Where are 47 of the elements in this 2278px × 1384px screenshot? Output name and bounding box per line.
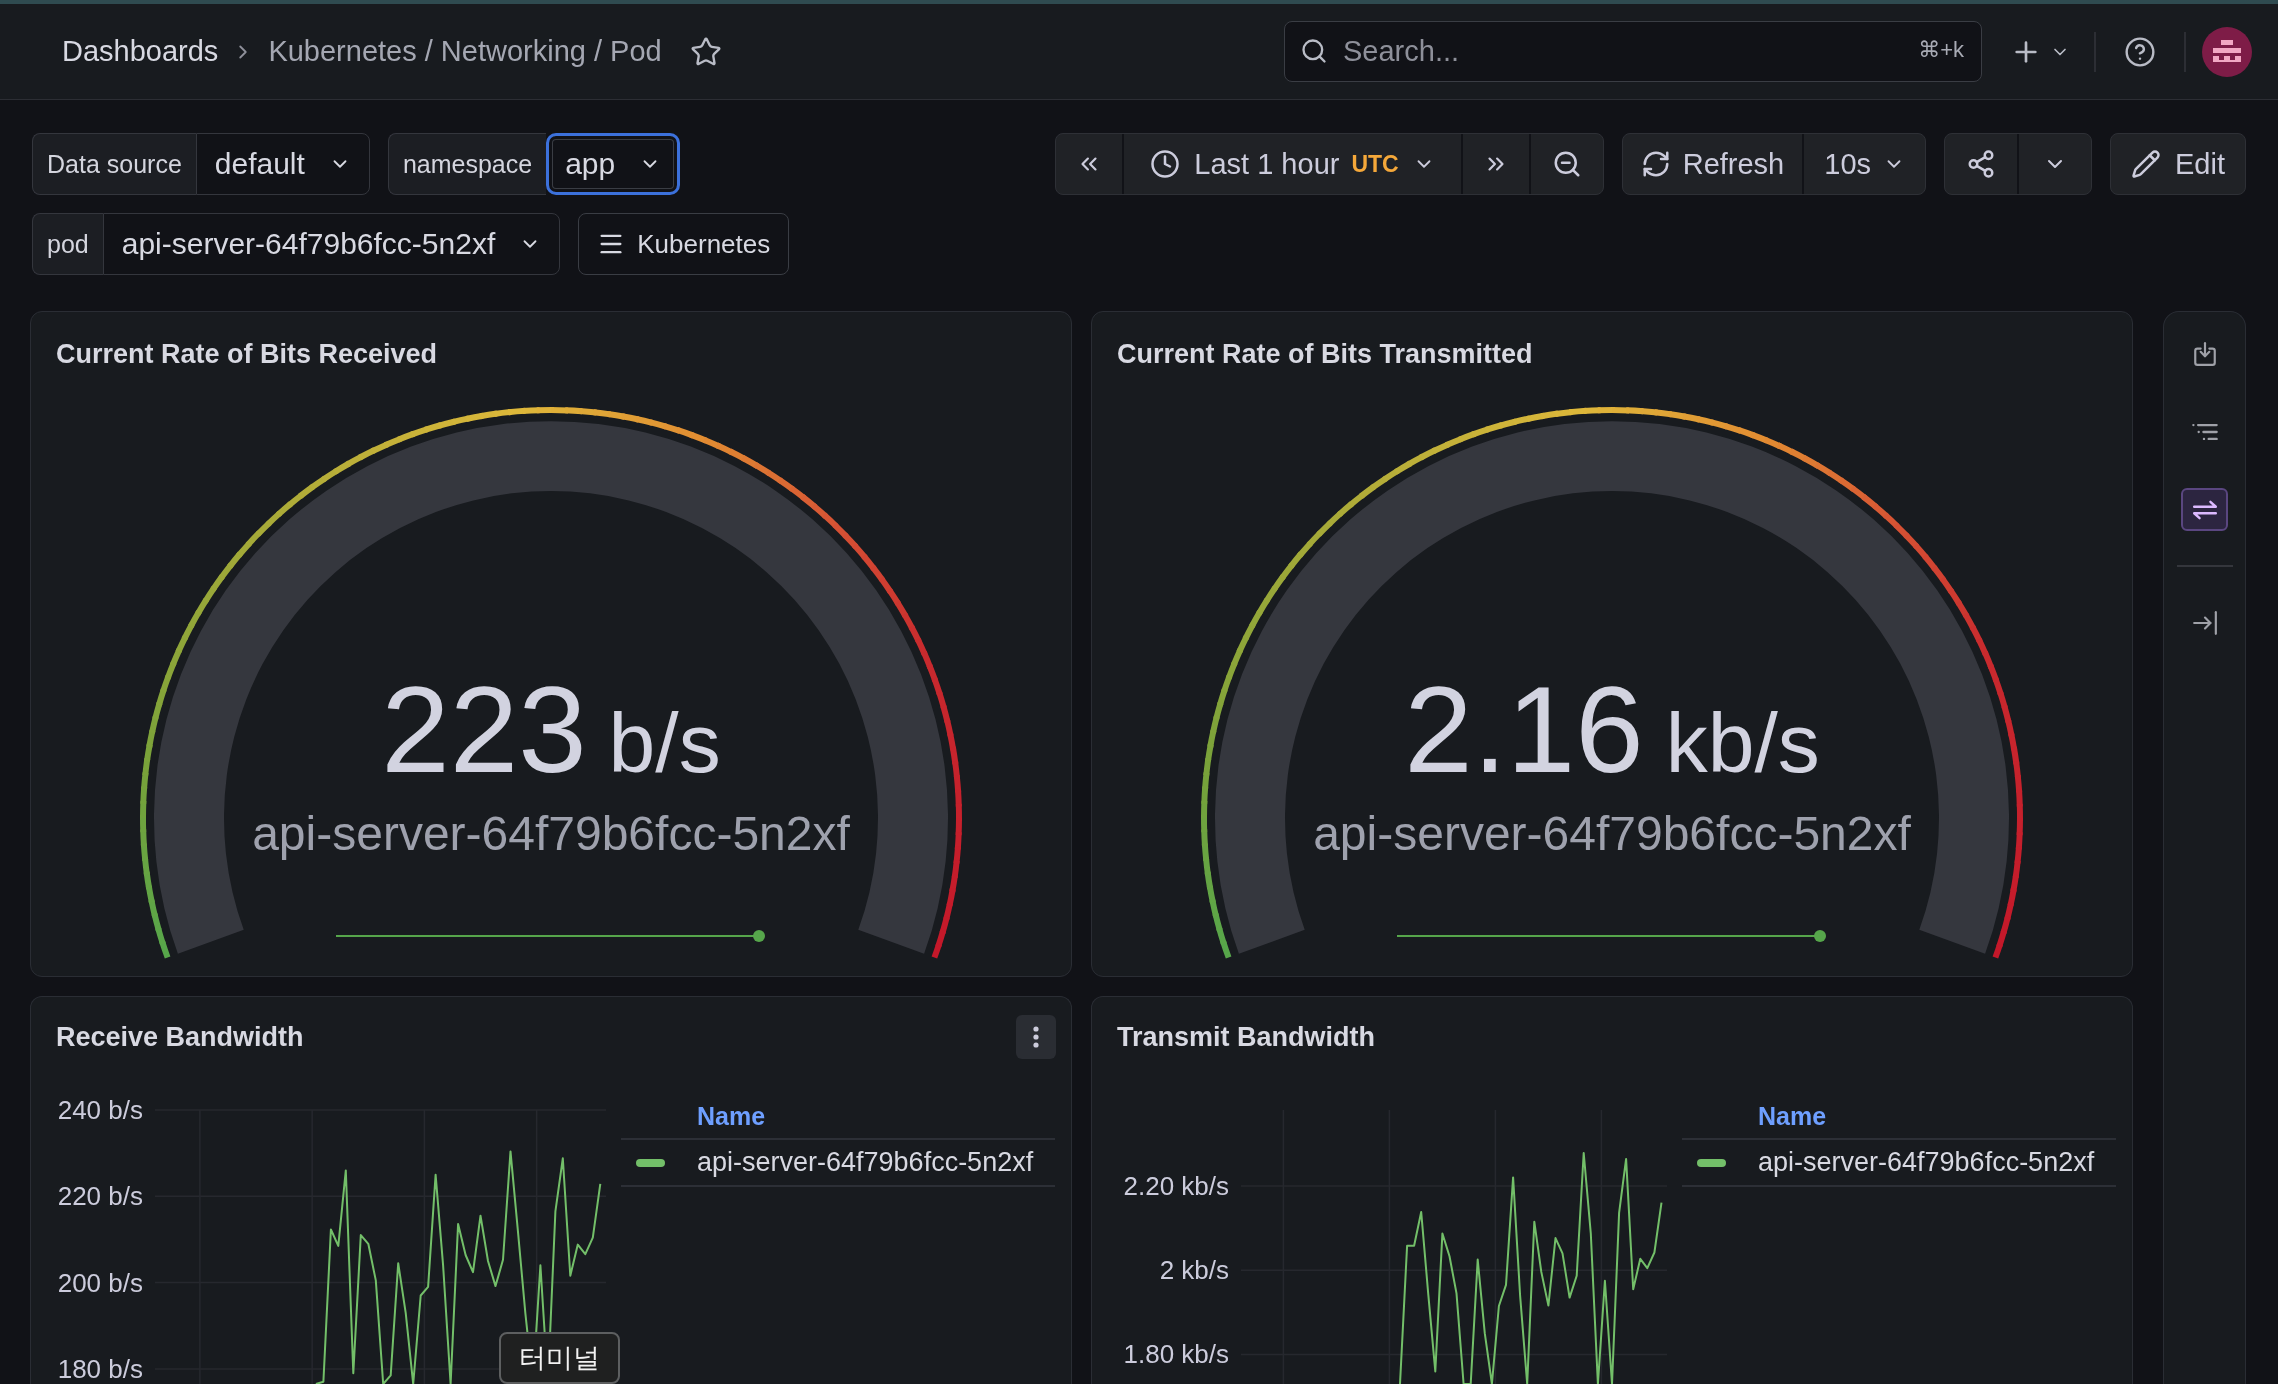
tooltip: 터미널 [499, 1332, 620, 1384]
star-icon[interactable] [689, 35, 722, 68]
variable-label: namespace [387, 133, 547, 195]
variable-select[interactable]: default [195, 133, 370, 195]
panel-title: Transmit Bandwidth [1117, 1021, 1376, 1053]
panel-title: Current Rate of Bits Received [56, 338, 438, 370]
variable-select[interactable]: api-server-64f79b6fcc-5n2xf [102, 213, 561, 275]
legend-label[interactable]: api-server-64f79b6fcc-5n2xf [697, 1147, 1034, 1178]
variable-label: Data source [32, 133, 196, 195]
dashboard-link-button[interactable]: Kubernetes [578, 213, 790, 275]
panel-menu-button[interactable] [1016, 1015, 1056, 1059]
y-tick-label: 2 kb/s [1159, 1255, 1229, 1286]
refresh-interval-picker[interactable]: 10s [1802, 134, 1925, 194]
y-tick-label: 180 b/s [57, 1353, 143, 1384]
gauge-unit: kb/s [1665, 701, 1820, 785]
breadcrumb-item[interactable]: Dashboards [62, 35, 219, 68]
y-tick-label: 240 b/s [57, 1095, 143, 1125]
shortcut-hint: ⌘+k [1918, 39, 1964, 61]
legend-header[interactable]: Name [1758, 1102, 1827, 1131]
edit-button[interactable]: Edit [2110, 133, 2246, 195]
list-icon [2191, 422, 2218, 441]
breadcrumb-item: Kubernetes / Networking / Pod [268, 35, 662, 68]
panel-title: Current Rate of Bits Transmitted [1117, 338, 1533, 370]
share-icon [1966, 149, 1996, 179]
clock-icon [1150, 149, 1181, 179]
gauge-value: 2.16 [1404, 668, 1644, 791]
more-vertical-icon [1033, 1026, 1039, 1048]
y-tick-label: 200 b/s [57, 1267, 143, 1298]
sidebar-button[interactable] [2181, 488, 2228, 531]
gauge-value: 223 [381, 668, 587, 791]
y-tick-label: 220 b/s [57, 1181, 143, 1212]
legend-label[interactable]: api-server-64f79b6fcc-5n2xf [1758, 1147, 2095, 1178]
avatar-icon[interactable] [2202, 26, 2252, 77]
refresh-button[interactable]: Refresh [1622, 134, 1803, 194]
y-tick-label: 2.20 kb/s [1123, 1170, 1229, 1201]
variable-label: pod [32, 213, 103, 275]
gauge-unit: b/s [608, 701, 721, 785]
series-name: api-server-64f79b6fcc-5n2xf [1313, 808, 1911, 861]
panel-title: Receive Bandwidth [56, 1021, 304, 1053]
help-icon [2124, 35, 2156, 68]
variable-select[interactable]: app [546, 133, 681, 195]
download-icon [2191, 340, 2218, 367]
search-icon [1300, 37, 1328, 65]
series-name: api-server-64f79b6fcc-5n2xf [252, 808, 850, 861]
y-tick-label: 1.80 kb/s [1123, 1339, 1229, 1370]
pencil-icon [2131, 149, 2161, 179]
legend-header[interactable]: Name [697, 1102, 766, 1131]
